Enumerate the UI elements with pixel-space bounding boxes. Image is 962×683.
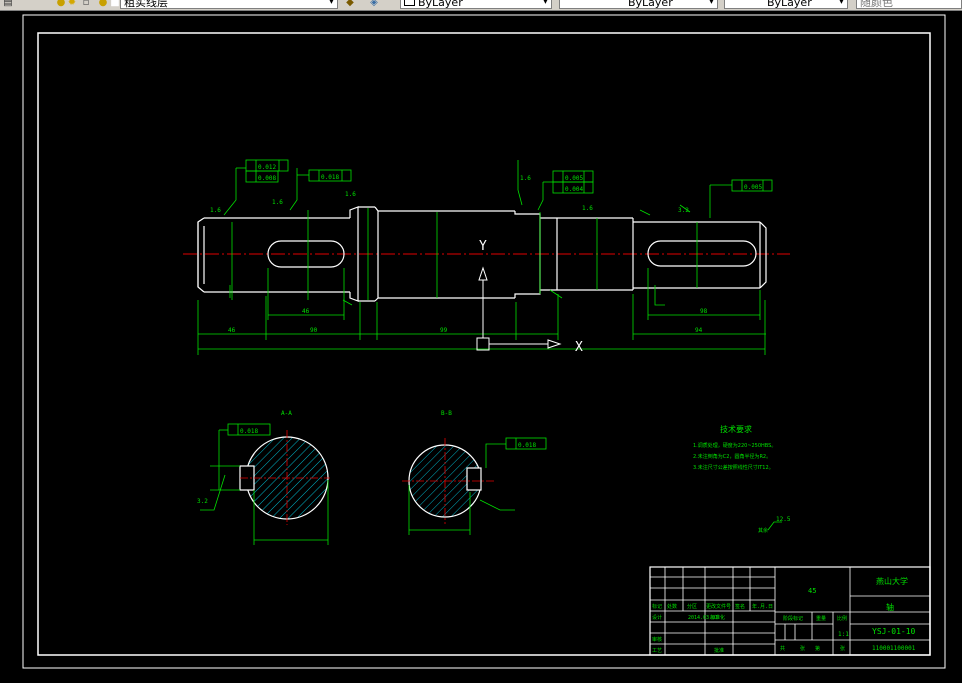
design-std: 标准化 xyxy=(710,614,725,621)
ucs-y-label: Y xyxy=(479,239,487,254)
chevron-down-icon[interactable]: ▼ xyxy=(327,0,336,6)
lineweight-dropdown[interactable]: ByLayer ▼ xyxy=(724,0,848,9)
layer-dropdown[interactable]: 粗实线层 ▼ xyxy=(120,0,338,9)
rough-7: 3.2 xyxy=(197,498,208,505)
tolerance-frames xyxy=(236,159,773,194)
shaft-dimensions xyxy=(197,160,766,355)
drawing-canvas[interactable]: 0.012 0.008 0.018 0.005 0.004 0.005 46 9… xyxy=(0,11,962,679)
hdr-count: 处数 xyxy=(667,603,677,610)
hdr-sign: 签名 xyxy=(735,603,745,610)
plotstyle-value: 随颜色 xyxy=(860,0,893,9)
inner-frame xyxy=(37,32,931,656)
tol-6: 0.018 xyxy=(518,442,536,449)
plotstyle-dropdown[interactable]: 随颜色 xyxy=(856,0,962,9)
student-number: 110001100001 xyxy=(872,645,916,652)
tol-3b: 0.004 xyxy=(565,186,583,193)
dim-4: 99 xyxy=(440,327,448,334)
rough-4: 1.6 xyxy=(520,175,531,182)
properties-toolbar: ▤ ● ✹ ▫ ● ■ 粗实线层 ▼ ◆ ◈ ByLayer ▼ ByLayer… xyxy=(0,0,962,11)
dim-5: 94 xyxy=(695,327,703,334)
layer-name: 粗实线层 xyxy=(124,0,168,9)
sun-icon[interactable]: ✹ xyxy=(66,0,78,8)
roughness-labels: 1.6 1.6 1.6 1.6 1.6 3.2 xyxy=(210,175,689,214)
lock-icon[interactable]: ▫ xyxy=(80,0,92,8)
ucs-x-label: X xyxy=(575,340,583,355)
section-b: B-B 0.018 xyxy=(402,410,547,535)
tech-item-3: 3.未注尺寸公差按照线性尺寸IT12。 xyxy=(693,464,774,471)
hdr-mark: 标记 xyxy=(652,603,662,610)
drawing-number: YSJ-01-10 xyxy=(872,627,916,636)
material: 45 xyxy=(808,587,816,595)
rest-label: 其余 xyxy=(758,527,768,534)
color-value: ByLayer xyxy=(418,0,463,9)
process-label: 工艺 xyxy=(652,648,662,654)
dim-2: 90 xyxy=(310,327,318,334)
chevron-down-icon[interactable]: ▼ xyxy=(541,0,550,6)
hdr-date: 年.月.日 xyxy=(752,603,773,610)
section-a-label: A-A xyxy=(281,410,292,417)
review-label: 审核 xyxy=(652,636,662,643)
tech-title: 技术要求 xyxy=(720,424,752,434)
design-label: 设计 xyxy=(652,614,662,621)
tolerance-values: 0.012 0.008 0.018 0.005 0.004 0.005 xyxy=(258,164,762,193)
rough-6: 3.2 xyxy=(678,207,689,214)
rough-8: 12.5 xyxy=(776,516,791,523)
chevron-down-icon[interactable]: ▼ xyxy=(837,0,846,6)
rough-3: 1.6 xyxy=(345,191,356,198)
layer-previous-icon[interactable]: ◈ xyxy=(368,0,380,8)
make-current-icon[interactable]: ◆ xyxy=(344,0,356,8)
tol-1a: 0.012 xyxy=(258,164,276,171)
dim-3: 46 xyxy=(302,308,310,315)
drawing-svg: 0.012 0.008 0.018 0.005 0.004 0.005 46 9… xyxy=(22,14,946,669)
sheet-unit-2: 张 xyxy=(840,645,845,652)
scale-value: 1:1 xyxy=(838,631,849,638)
chevron-down-icon[interactable]: ▼ xyxy=(707,0,716,6)
tol-5: 0.018 xyxy=(240,428,258,435)
tol-3a: 0.005 xyxy=(565,175,583,182)
stage-label: 阶段标记 xyxy=(783,615,803,622)
school-name: 燕山大学 xyxy=(876,576,908,586)
tol-2: 0.018 xyxy=(321,174,339,181)
rough-1: 1.6 xyxy=(210,207,221,214)
dimension-values: 46 90 46 99 94 98 xyxy=(228,308,708,334)
linetype-value: ByLayer xyxy=(628,0,673,9)
lightbulb-icon-2[interactable]: ● xyxy=(97,0,109,8)
dim-6: 98 xyxy=(700,308,708,315)
section-b-label: B-B xyxy=(441,410,452,417)
tech-requirements: 技术要求 1.调质处理，硬度为220~250HBS。 2.未注倒角为C2，圆角半… xyxy=(693,424,791,534)
color-dropdown[interactable]: ByLayer ▼ xyxy=(400,0,552,9)
sheet-unit-1: 张 xyxy=(800,645,805,652)
linetype-dropdown[interactable]: ByLayer ▼ xyxy=(559,0,718,9)
section-a: A-A 0.018 3.2 xyxy=(197,410,330,545)
tol-4: 0.005 xyxy=(744,184,762,191)
scale-label: 比例 xyxy=(837,615,847,622)
outer-frame xyxy=(22,14,946,669)
tol-1b: 0.008 xyxy=(258,175,276,182)
sheet-total: 共 xyxy=(780,645,785,652)
sheet-no: 第 xyxy=(815,645,820,652)
rough-5: 1.6 xyxy=(582,205,593,212)
part-name: 轴 xyxy=(886,602,894,612)
weight-label: 重量 xyxy=(816,615,826,622)
ucs-icon xyxy=(476,266,562,351)
hdr-change-doc: 更改文件号 xyxy=(706,603,731,610)
color-swatch xyxy=(404,0,415,6)
rough-2: 1.6 xyxy=(272,199,283,206)
layer-manager-icon[interactable]: ▤ xyxy=(2,0,14,8)
tech-item-2: 2.未注倒角为C2，圆角半径为R2。 xyxy=(693,453,771,460)
dim-1: 46 xyxy=(228,327,236,334)
lineweight-value: ByLayer xyxy=(767,0,812,9)
tech-item-1: 1.调质处理，硬度为220~250HBS。 xyxy=(693,442,776,449)
hdr-zone: 分区 xyxy=(687,603,697,610)
approve-label: 批准 xyxy=(714,647,724,654)
